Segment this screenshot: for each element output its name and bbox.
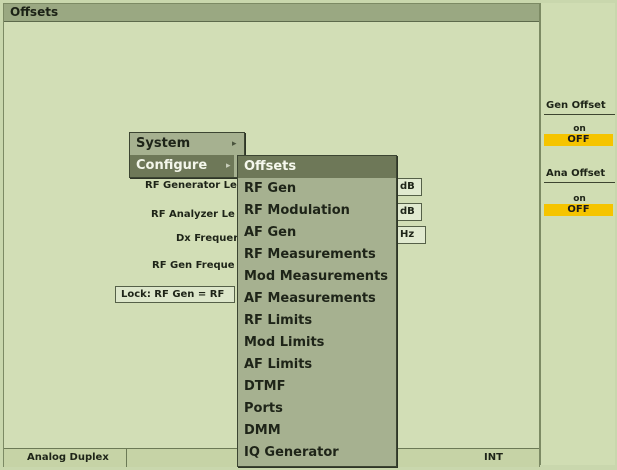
ana-offset-divider xyxy=(544,182,615,183)
submenu-item-ports[interactable]: Ports xyxy=(238,398,396,420)
submenu-item-af-gen[interactable]: AF Gen xyxy=(238,222,396,244)
submenu-item-dtmf[interactable]: DTMF xyxy=(238,376,396,398)
dx-frequency-field[interactable]: Hz xyxy=(396,226,426,244)
submenu-item-offsets[interactable]: Offsets xyxy=(238,156,396,178)
rf-generator-level-unit: dB xyxy=(400,181,415,192)
title-bar: Offsets xyxy=(4,4,539,22)
submenu-item-mod-limits[interactable]: Mod Limits xyxy=(238,332,396,354)
rf-generator-level-field[interactable]: dB xyxy=(396,178,422,196)
rf-analyzer-level-field[interactable]: dB xyxy=(396,203,422,221)
chevron-right-icon: ▸ xyxy=(226,161,231,171)
menu-item-system-label: System xyxy=(136,136,191,151)
ana-offset-title: Ana Offset xyxy=(546,168,606,179)
gen-offset-on[interactable]: on xyxy=(544,124,615,134)
rf-gen-frequency-label: RF Gen Freque xyxy=(152,260,235,271)
submenu-item-rf-limits[interactable]: RF Limits xyxy=(238,310,396,332)
menu-item-configure-label: Configure xyxy=(136,158,208,173)
dx-frequency-label: Dx Frequen xyxy=(176,233,241,244)
window-title: Offsets xyxy=(10,5,59,19)
lock-text: Lock: RF Gen = RF xyxy=(121,289,225,300)
configure-submenu: Offsets RF Gen RF Modulation AF Gen RF M… xyxy=(237,155,397,467)
ana-offset-on[interactable]: on xyxy=(544,194,615,204)
status-mode: Analog Duplex xyxy=(27,452,109,463)
ana-offset-softkey[interactable]: Ana Offset on OFF xyxy=(544,164,615,222)
status-reference: INT xyxy=(484,452,503,463)
rf-generator-level-label: RF Generator Le xyxy=(145,180,237,191)
rf-analyzer-level-unit: dB xyxy=(400,206,415,217)
softkey-panel: Gen Offset on OFF Ana Offset on OFF xyxy=(540,3,615,465)
submenu-item-rf-measurements[interactable]: RF Measurements xyxy=(238,244,396,266)
submenu-item-af-measurements[interactable]: AF Measurements xyxy=(238,288,396,310)
submenu-item-iq-generator[interactable]: IQ Generator xyxy=(238,442,396,464)
gen-offset-off[interactable]: OFF xyxy=(544,134,613,146)
status-mode-cell: Analog Duplex xyxy=(4,449,127,467)
rf-analyzer-level-label: RF Analyzer Le xyxy=(151,209,235,220)
submenu-item-rf-gen[interactable]: RF Gen xyxy=(238,178,396,200)
gen-offset-title: Gen Offset xyxy=(546,100,606,111)
ana-offset-off[interactable]: OFF xyxy=(544,204,613,216)
dx-frequency-unit: Hz xyxy=(400,229,415,240)
submenu-item-mod-measurements[interactable]: Mod Measurements xyxy=(238,266,396,288)
gen-offset-divider xyxy=(544,114,615,115)
submenu-item-dmm[interactable]: DMM xyxy=(238,420,396,442)
main-menu: System ▸ Configure ▸ xyxy=(129,132,245,178)
submenu-item-af-limits[interactable]: AF Limits xyxy=(238,354,396,376)
menu-item-configure[interactable]: Configure ▸ xyxy=(130,155,234,177)
chevron-right-icon: ▸ xyxy=(232,139,237,149)
menu-item-system[interactable]: System ▸ xyxy=(130,133,244,155)
submenu-item-rf-modulation[interactable]: RF Modulation xyxy=(238,200,396,222)
gen-offset-softkey[interactable]: Gen Offset on OFF xyxy=(544,96,615,154)
lock-field[interactable]: Lock: RF Gen = RF xyxy=(115,286,235,303)
